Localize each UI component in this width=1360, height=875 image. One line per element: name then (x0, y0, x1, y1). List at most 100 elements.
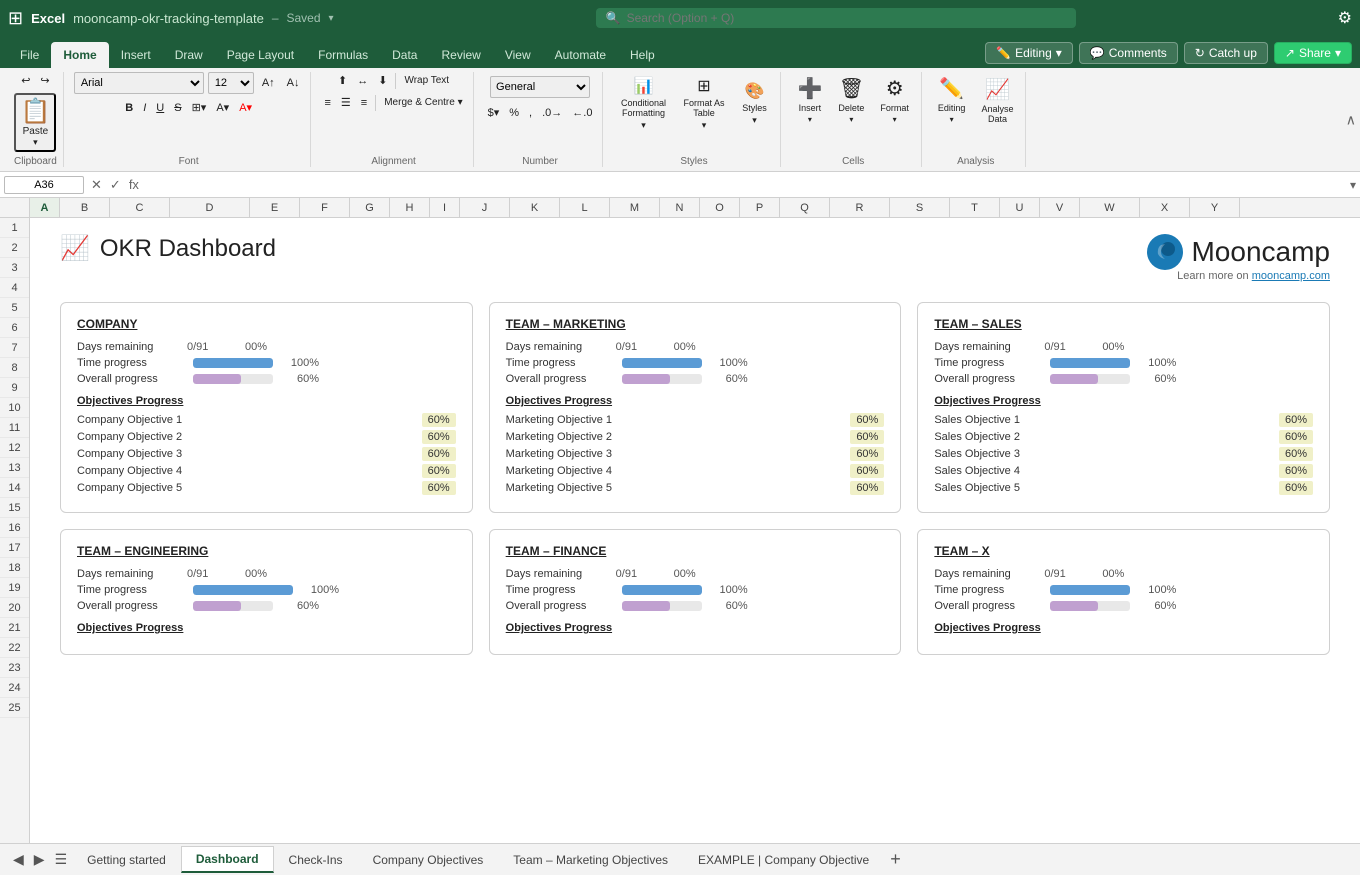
comma-button[interactable]: , (525, 105, 536, 121)
tab-automate[interactable]: Automate (543, 42, 618, 68)
row-21[interactable]: 21 (0, 618, 29, 638)
sheet-content[interactable]: 📈 OKR Dashboard Mooncamp (30, 218, 1360, 843)
formula-function-button[interactable]: fx (126, 175, 142, 194)
align-right-button[interactable]: ≡ (357, 95, 371, 111)
row-24[interactable]: 24 (0, 678, 29, 698)
bold-button[interactable]: B (121, 100, 137, 116)
tab-insert[interactable]: Insert (109, 42, 163, 68)
borders-button[interactable]: ⊞▾ (188, 99, 211, 116)
font-size-select[interactable]: 12 (208, 72, 254, 94)
italic-button[interactable]: I (139, 100, 150, 116)
conditional-formatting-button[interactable]: 📊 ConditionalFormatting ▾ (613, 72, 673, 135)
tab-marketing-objectives[interactable]: Team – Marketing Objectives (498, 847, 683, 873)
tab-data[interactable]: Data (380, 42, 429, 68)
row-10[interactable]: 10 (0, 398, 29, 418)
undo-button[interactable]: ↩ (17, 72, 34, 89)
col-header-F[interactable]: F (300, 198, 350, 217)
row-23[interactable]: 23 (0, 658, 29, 678)
col-header-B[interactable]: B (60, 198, 110, 217)
add-sheet-button[interactable]: + (884, 847, 907, 872)
row-2[interactable]: 2 (0, 238, 29, 258)
tab-menu-button[interactable]: ☰ (50, 847, 73, 872)
catchup-button[interactable]: ↻ Catch up (1184, 42, 1268, 64)
row-13[interactable]: 13 (0, 458, 29, 478)
currency-button[interactable]: $▾ (484, 104, 504, 121)
col-header-C[interactable]: C (110, 198, 170, 217)
row-14[interactable]: 14 (0, 478, 29, 498)
row-18[interactable]: 18 (0, 558, 29, 578)
col-header-V[interactable]: V (1040, 198, 1080, 217)
tab-help[interactable]: Help (618, 42, 667, 68)
strikethrough-button[interactable]: S (170, 100, 185, 116)
increase-font-button[interactable]: A↑ (258, 75, 279, 91)
paste-button[interactable]: 📋 Paste ▾ (14, 93, 56, 152)
col-header-J[interactable]: J (460, 198, 510, 217)
mooncamp-link[interactable]: mooncamp.com (1252, 270, 1330, 282)
share-button[interactable]: ↗ Share ▾ (1274, 42, 1352, 64)
tab-getting-started[interactable]: Getting started (72, 847, 181, 873)
cell-reference[interactable] (4, 176, 84, 194)
editing-button[interactable]: ✏️ Editing ▾ (985, 42, 1073, 64)
analyse-data-button[interactable]: 📈 AnalyseData (975, 73, 1019, 128)
row-6[interactable]: 6 (0, 318, 29, 338)
decrease-decimal-button[interactable]: ←.0 (568, 105, 596, 121)
col-header-P[interactable]: P (740, 198, 780, 217)
ribbon-collapse-button[interactable]: ∧ (1346, 111, 1356, 128)
row-9[interactable]: 9 (0, 378, 29, 398)
tab-formulas[interactable]: Formulas (306, 42, 380, 68)
tab-scroll-left-button[interactable]: ◀ (8, 847, 29, 872)
row-1[interactable]: 1 (0, 218, 29, 238)
formula-confirm-button[interactable]: ✓ (107, 175, 124, 195)
tab-draw[interactable]: Draw (163, 42, 215, 68)
app-grid-icon[interactable]: ⊞ (8, 8, 23, 29)
insert-button[interactable]: ➕ Insert ▾ (791, 72, 828, 128)
col-header-Y[interactable]: Y (1190, 198, 1240, 217)
row-11[interactable]: 11 (0, 418, 29, 438)
percent-button[interactable]: % (505, 105, 523, 121)
tab-dashboard[interactable]: Dashboard (181, 846, 274, 873)
col-header-K[interactable]: K (510, 198, 560, 217)
col-header-L[interactable]: L (560, 198, 610, 217)
search-bar[interactable]: 🔍 (596, 8, 1076, 28)
delete-button[interactable]: 🗑 Delete ▾ (832, 72, 870, 128)
col-header-O[interactable]: O (700, 198, 740, 217)
col-header-E[interactable]: E (250, 198, 300, 217)
row-20[interactable]: 20 (0, 598, 29, 618)
tab-view[interactable]: View (493, 42, 543, 68)
comments-button[interactable]: 💬 Comments (1079, 42, 1178, 64)
search-input[interactable] (627, 11, 1066, 25)
row-7[interactable]: 7 (0, 338, 29, 358)
align-left-button[interactable]: ≡ (321, 95, 335, 111)
col-header-W[interactable]: W (1080, 198, 1140, 217)
row-4[interactable]: 4 (0, 278, 29, 298)
row-8[interactable]: 8 (0, 358, 29, 378)
col-header-U[interactable]: U (1000, 198, 1040, 217)
tab-home[interactable]: Home (51, 42, 108, 68)
tab-review[interactable]: Review (429, 42, 492, 68)
row-12[interactable]: 12 (0, 438, 29, 458)
font-name-select[interactable]: Arial (74, 72, 204, 94)
col-header-A[interactable]: A (30, 198, 60, 217)
tab-example-company[interactable]: EXAMPLE | Company Objective (683, 847, 884, 873)
row-22[interactable]: 22 (0, 638, 29, 658)
col-header-I[interactable]: I (430, 198, 460, 217)
row-16[interactable]: 16 (0, 518, 29, 538)
decrease-font-button[interactable]: A↓ (283, 75, 304, 91)
align-middle-button[interactable]: ↔ (353, 73, 372, 89)
formula-expand-button[interactable]: ▾ (1350, 178, 1356, 192)
merge-center-button[interactable]: Merge & Centre ▾ (380, 95, 466, 110)
editing-tools-button[interactable]: ✏️ Editing ▾ (932, 72, 972, 128)
row-19[interactable]: 19 (0, 578, 29, 598)
styles-button[interactable]: 🎨 Styles ▾ (734, 77, 774, 130)
col-header-T[interactable]: T (950, 198, 1000, 217)
row-25[interactable]: 25 (0, 698, 29, 718)
col-header-R[interactable]: R (830, 198, 890, 217)
tab-scroll-right-button[interactable]: ▶ (29, 847, 50, 872)
format-as-table-button[interactable]: ⊞ Format AsTable ▾ (677, 72, 730, 135)
row-5[interactable]: 5 (0, 298, 29, 318)
row-3[interactable]: 3 (0, 258, 29, 278)
col-header-D[interactable]: D (170, 198, 250, 217)
col-header-G[interactable]: G (350, 198, 390, 217)
formula-input[interactable] (146, 176, 1346, 194)
font-color-button[interactable]: A▾ (235, 99, 256, 116)
